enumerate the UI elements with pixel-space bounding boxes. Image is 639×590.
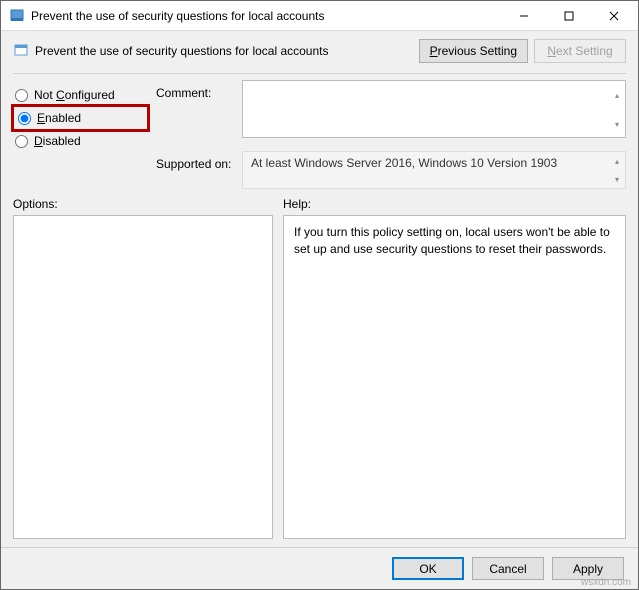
dialog-footer: OK Cancel Apply <box>1 547 638 589</box>
help-panel: If you turn this policy setting on, loca… <box>283 215 626 539</box>
subheader-title: Prevent the use of security questions fo… <box>35 44 413 58</box>
minimize-button[interactable] <box>501 2 546 30</box>
divider <box>13 73 626 74</box>
supported-on-value: At least Windows Server 2016, Windows 10… <box>242 151 626 189</box>
chevron-up-icon[interactable]: ▴ <box>609 81 625 110</box>
radio-enabled-input[interactable] <box>18 112 31 125</box>
radio-disabled-input[interactable] <box>15 135 28 148</box>
previous-setting-button[interactable]: Previous Setting <box>419 39 528 63</box>
radio-enabled[interactable]: Enabled <box>16 109 145 127</box>
enabled-highlight-box: Enabled <box>11 104 150 132</box>
radio-not-configured[interactable]: Not Configured <box>13 84 148 106</box>
chevron-down-icon: ▾ <box>609 170 625 188</box>
supported-on-label: Supported on: <box>156 151 236 189</box>
policy-dialog-window: Prevent the use of security questions fo… <box>0 0 639 590</box>
config-row: Not Configured Enabled Disabled Comment: <box>1 80 638 189</box>
titlebar-title: Prevent the use of security questions fo… <box>31 9 501 23</box>
policy-icon <box>9 8 25 24</box>
subheader: Prevent the use of security questions fo… <box>1 31 638 71</box>
state-radio-group: Not Configured Enabled Disabled <box>13 80 148 189</box>
panels-label-row: Options: Help: <box>1 189 638 215</box>
comment-label: Comment: <box>156 80 236 151</box>
options-label: Options: <box>13 197 283 211</box>
supported-scroll: ▴ ▾ <box>609 152 625 188</box>
close-button[interactable] <box>591 2 636 30</box>
comment-scroll[interactable]: ▴ ▾ <box>609 81 625 139</box>
cancel-button[interactable]: Cancel <box>472 557 544 580</box>
titlebar: Prevent the use of security questions fo… <box>1 1 638 31</box>
watermark: wsxdn.com <box>581 577 631 588</box>
maximize-button[interactable] <box>546 2 591 30</box>
policy-icon <box>13 43 29 59</box>
chevron-down-icon[interactable]: ▾ <box>609 110 625 139</box>
options-panel <box>13 215 273 539</box>
ok-button[interactable]: OK <box>392 557 464 580</box>
comment-textarea[interactable] <box>242 80 626 138</box>
chevron-up-icon: ▴ <box>609 152 625 170</box>
radio-not-configured-input[interactable] <box>15 89 28 102</box>
next-setting-button: Next Setting <box>534 39 626 63</box>
panels-row: If you turn this policy setting on, loca… <box>1 215 638 547</box>
radio-disabled[interactable]: Disabled <box>13 130 148 152</box>
help-label: Help: <box>283 197 626 211</box>
nav-buttons: Previous Setting Next Setting <box>419 39 626 63</box>
